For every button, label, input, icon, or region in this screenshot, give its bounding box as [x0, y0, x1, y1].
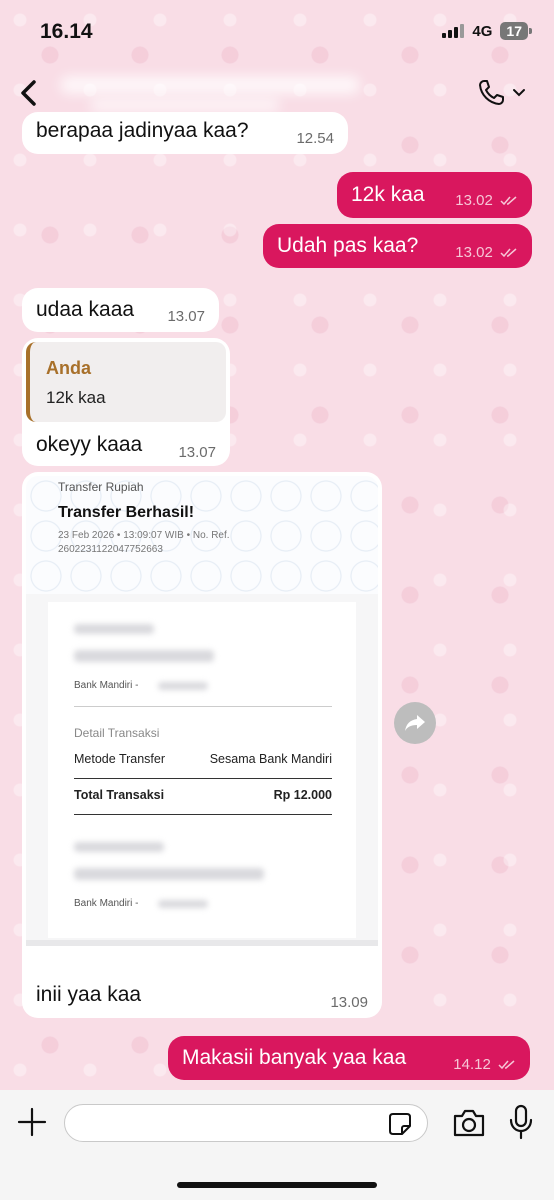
divider — [74, 778, 332, 779]
method-value: Sesama Bank Mandiri — [209, 752, 332, 766]
plus-icon — [17, 1107, 47, 1137]
divider — [74, 706, 332, 707]
message-text: berapaa jadinyaa kaa? — [36, 119, 249, 142]
total-label: Total Transaksi — [74, 788, 165, 802]
home-indicator — [177, 1182, 377, 1188]
message-text: okeyy kaaa — [36, 433, 143, 456]
forward-icon — [405, 715, 425, 731]
detail-title: Detail Transaksi — [74, 726, 160, 740]
message-time: 13.07 — [178, 444, 216, 461]
message-text: 12k kaa — [351, 183, 425, 206]
network-type: 4G — [472, 22, 493, 40]
quoted-message[interactable]: Anda 12k kaa — [26, 342, 226, 422]
sticker-button[interactable] — [388, 1112, 412, 1136]
total-value: Rp 12.000 — [273, 788, 332, 802]
signal-icon — [442, 24, 465, 38]
bank-line: Bank Mandiri - — [74, 680, 139, 691]
receipt-label: Transfer Rupiah — [58, 480, 144, 494]
quote-author: Anda — [46, 358, 91, 378]
message-time-value: 13.02 — [455, 192, 493, 209]
back-button[interactable] — [14, 76, 44, 110]
total-row: Total Transaksi Rp 12.000 — [74, 788, 332, 802]
attach-button[interactable] — [16, 1106, 48, 1138]
message-time: 12.54 — [296, 130, 334, 147]
voice-message-button[interactable] — [508, 1104, 534, 1140]
message-outgoing[interactable]: Udah pas kaa? 13.02 — [263, 224, 532, 268]
method-row: Metode Transfer Sesama Bank Mandiri — [74, 752, 332, 766]
message-input[interactable] — [64, 1104, 428, 1142]
receipt-body: Bank Mandiri - Detail Transaksi Metode T… — [26, 594, 378, 940]
microphone-icon — [509, 1104, 533, 1140]
message-time-value: 14.12 — [453, 1056, 491, 1073]
chevron-left-icon — [21, 80, 36, 106]
redacted-text — [74, 868, 264, 880]
message-incoming[interactable]: udaa kaaa 13.07 — [22, 288, 219, 332]
receipt-header: Transfer Rupiah Transfer Berhasil! 23 Fe… — [26, 476, 378, 594]
message-text: Udah pas kaa? — [277, 234, 419, 257]
receipt-title: Transfer Berhasil! — [58, 504, 195, 521]
receipt-card: Bank Mandiri - Detail Transaksi Metode T… — [48, 602, 356, 938]
message-text: inii yaa kaa — [36, 983, 142, 1006]
contact-name-redacted[interactable] — [60, 72, 360, 116]
message-outgoing[interactable]: 12k kaa 13.02 — [337, 172, 532, 218]
divider — [74, 814, 332, 815]
message-outgoing[interactable]: Makasii banyak yaa kaa 14.12 — [168, 1036, 530, 1080]
bank-line-2: Bank Mandiri - — [74, 898, 139, 909]
message-time: 13.02 — [455, 192, 518, 209]
message-time: 13.09 — [330, 994, 368, 1011]
redacted-text — [74, 842, 164, 852]
quote-text: 12k kaa — [46, 388, 106, 407]
call-button[interactable] — [476, 78, 526, 108]
receipt-image[interactable]: Transfer Rupiah Transfer Berhasil! 23 Fe… — [26, 476, 378, 946]
read-receipt-icon — [498, 1060, 515, 1070]
message-time-value: 13.02 — [455, 244, 493, 261]
message-time: 14.12 — [453, 1056, 516, 1073]
status-time: 16.14 — [40, 20, 93, 43]
read-receipt-icon — [500, 248, 517, 258]
status-bar: 16.14 4G 17 — [0, 0, 554, 64]
receipt-date: 23 Feb 2026 • 13:09:07 WIB • No. Ref. — [58, 530, 230, 541]
redacted-text — [158, 682, 208, 690]
status-indicators: 4G 17 — [442, 22, 532, 40]
method-label: Metode Transfer — [74, 752, 166, 766]
read-receipt-icon — [500, 196, 517, 206]
receipt-ref: 2602231122047752663 — [58, 544, 163, 555]
message-incoming[interactable]: berapaa jadinyaa kaa? 12.54 — [22, 112, 348, 154]
message-time: 13.07 — [167, 308, 205, 325]
receipt-footer — [26, 940, 378, 946]
phone-icon — [479, 80, 504, 105]
message-time: 13.02 — [455, 244, 518, 261]
chevron-down-icon — [513, 89, 525, 97]
message-text: udaa kaaa — [36, 298, 135, 321]
message-text: Makasii banyak yaa kaa — [182, 1046, 407, 1069]
redacted-text — [74, 624, 154, 634]
message-incoming-reply[interactable]: Anda 12k kaa okeyy kaaa 13.07 — [22, 338, 230, 466]
forward-button[interactable] — [394, 702, 436, 744]
battery-icon: 17 — [500, 22, 532, 40]
redacted-text — [158, 900, 208, 908]
redacted-text — [74, 650, 214, 662]
camera-button[interactable] — [452, 1108, 486, 1138]
camera-icon — [453, 1109, 485, 1137]
sticker-icon — [389, 1113, 411, 1135]
